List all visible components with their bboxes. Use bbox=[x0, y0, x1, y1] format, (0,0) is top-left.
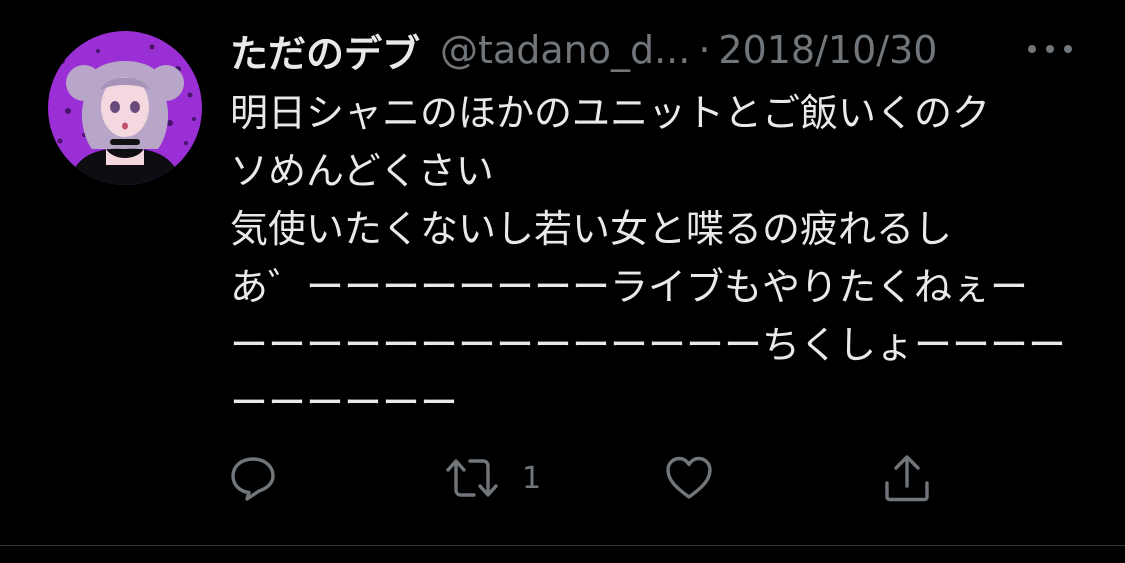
tweet-text: 明日シャニのほかのユニットとご飯いくのク ソめんどくさい 気使いたくないし若い女… bbox=[230, 84, 1080, 432]
tweet-date[interactable]: 2018/10/30 bbox=[718, 28, 937, 72]
share-button[interactable] bbox=[882, 452, 932, 504]
avatar[interactable] bbox=[48, 31, 202, 185]
separator-dot: · bbox=[698, 28, 711, 72]
tweet-text-line: ーーーーーーーーーーーーーーちくしょーーーー bbox=[230, 323, 1067, 367]
like-button[interactable] bbox=[664, 452, 714, 504]
heart-icon bbox=[666, 456, 712, 499]
tweet-text-line: 気使いたくないし若い女と喋るの疲れるし bbox=[230, 207, 953, 251]
avatar-image bbox=[48, 31, 202, 185]
more-dots-icon[interactable] bbox=[1028, 36, 1072, 62]
tweet[interactable]: ただのデブ @tadano_d... · 2018/10/30 明日シャニのほか… bbox=[0, 0, 1125, 545]
tweet-header: ただのデブ @tadano_d... · 2018/10/30 bbox=[230, 24, 937, 76]
share-icon bbox=[885, 455, 929, 502]
tweet-text-line: あ゛ーーーーーーーーライブもやりたくねぇー bbox=[230, 265, 1029, 309]
display-name[interactable]: ただのデブ bbox=[230, 23, 420, 78]
retweet-count: 1 bbox=[522, 460, 542, 496]
reply-button[interactable] bbox=[228, 452, 278, 504]
user-handle[interactable]: @tadano_d... bbox=[440, 28, 690, 72]
tweet-divider bbox=[0, 545, 1125, 546]
reply-icon bbox=[231, 457, 275, 501]
tweet-text-line: ーーーーーー bbox=[230, 381, 459, 425]
tweet-text-line: ソめんどくさい bbox=[230, 149, 494, 193]
tweet-text-line: 明日シャニのほかのユニットとご飯いくのク bbox=[230, 91, 991, 135]
retweet-icon bbox=[446, 459, 498, 497]
retweet-button[interactable]: 1 bbox=[444, 452, 541, 504]
